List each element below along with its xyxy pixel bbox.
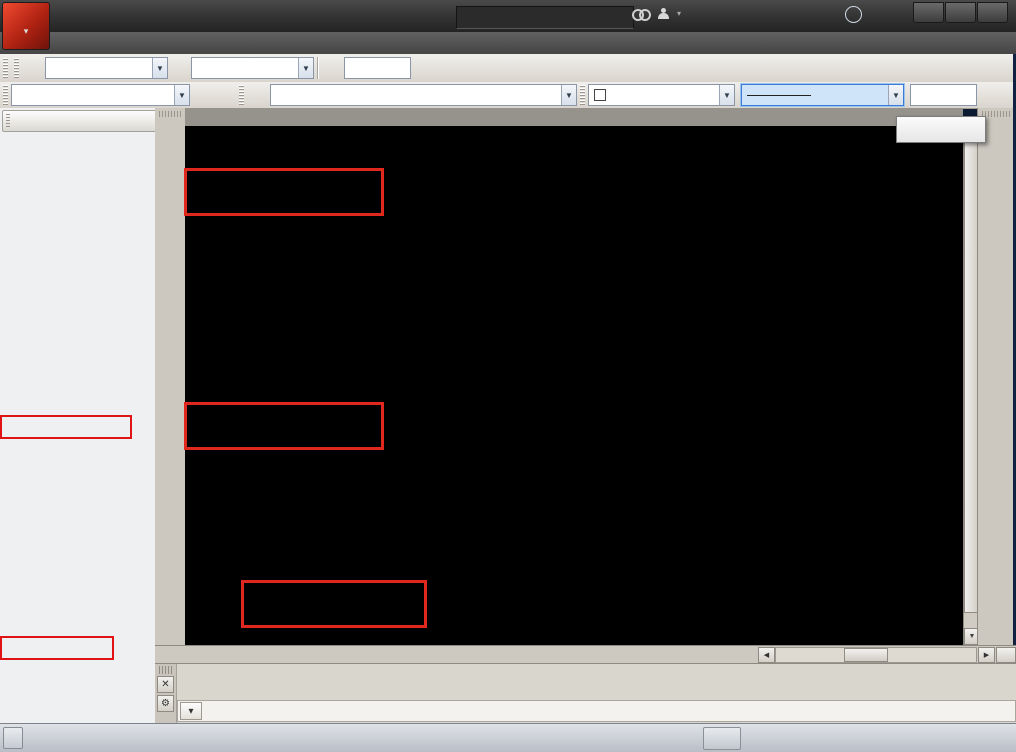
text-style-icon[interactable] <box>22 57 45 80</box>
command-prompt-icon[interactable]: ▾ <box>180 702 202 720</box>
lineweight-control-combo[interactable] <box>910 84 977 106</box>
highlight-box-export-whole <box>0 636 114 660</box>
sidebar-title[interactable] <box>2 110 166 132</box>
text-style-combo[interactable]: ▼ <box>45 57 168 79</box>
window-controls <box>913 2 1008 23</box>
drawing-tab-bar <box>185 108 963 126</box>
annotation-step3 <box>241 580 427 628</box>
horizontal-scrollbar[interactable]: ◀ ▶ <box>757 648 1016 662</box>
person-icon <box>658 8 669 19</box>
search-binoculars-icon[interactable] <box>632 9 648 21</box>
table-style-combo[interactable] <box>344 57 411 79</box>
scroll-left-icon[interactable]: ◀ <box>758 647 775 663</box>
status-bar <box>0 723 1016 752</box>
command-panel-grip[interactable]: ✕ ⚙ <box>155 664 177 724</box>
command-close-icon[interactable]: ✕ <box>157 676 174 693</box>
layers-toolbar: ▼ ▼ ▼ ▼ <box>0 82 1016 109</box>
restore-button[interactable] <box>945 2 976 23</box>
color-control-combo[interactable]: ▼ <box>588 84 735 106</box>
vertical-scrollbar[interactable]: ▲ ▼ <box>963 126 978 645</box>
dim-style-combo[interactable]: ▼ <box>191 57 314 79</box>
command-panel: ✕ ⚙ ▾ <box>155 663 1016 724</box>
toolbar-drag-handle[interactable] <box>14 58 19 78</box>
scroll-right-icon[interactable]: ▶ <box>978 647 995 663</box>
menu-bar <box>0 32 1016 54</box>
highlight-box-file-layout <box>0 415 132 439</box>
toolbar-drag-handle[interactable] <box>580 85 585 105</box>
close-button[interactable] <box>977 2 1008 23</box>
annotation-step2 <box>184 402 384 450</box>
layer-properties-icon[interactable] <box>247 84 270 107</box>
layer-combo[interactable]: ▼ <box>270 84 577 106</box>
linetype-tooltip <box>896 116 986 143</box>
scale-dropdown[interactable] <box>3 727 23 749</box>
command-tools-icon[interactable]: ⚙ <box>157 695 174 712</box>
workspace-aux-icon[interactable] <box>213 84 236 107</box>
signin-control[interactable]: ▾ <box>658 8 681 19</box>
draw-toolbar <box>155 108 186 645</box>
standard-toolbar: ▼ ▼ <box>0 54 1016 83</box>
toolbar-drag-handle[interactable] <box>3 58 8 78</box>
linetype-control-combo[interactable]: ▼ <box>741 84 904 106</box>
annotation-step1 <box>184 168 384 216</box>
minimize-button[interactable] <box>913 2 944 23</box>
workspace-combo[interactable]: ▼ <box>11 84 190 106</box>
help-icon[interactable] <box>845 6 862 23</box>
toolbar-drag-handle[interactable] <box>239 85 244 105</box>
command-input[interactable]: ▾ <box>177 700 1016 722</box>
search-input[interactable] <box>456 6 634 29</box>
modify-toolbar <box>977 108 1014 645</box>
table-style-icon[interactable] <box>321 57 344 80</box>
dim-style-icon[interactable] <box>168 57 191 80</box>
layout-tab-bar: ◀ ▶ <box>155 645 1016 664</box>
scrollbar-resize-box[interactable] <box>996 647 1016 663</box>
command-history[interactable] <box>181 667 1011 684</box>
toolbar-drag-handle[interactable] <box>3 85 8 105</box>
color-swatch-icon <box>594 89 606 101</box>
model-space-button[interactable] <box>703 727 741 750</box>
horizontal-scroll-thumb[interactable] <box>844 648 888 662</box>
autocad-logo-icon[interactable]: ▾ <box>2 2 50 50</box>
workspace-gear-icon[interactable] <box>190 84 213 107</box>
linetype-line-icon <box>747 95 811 96</box>
